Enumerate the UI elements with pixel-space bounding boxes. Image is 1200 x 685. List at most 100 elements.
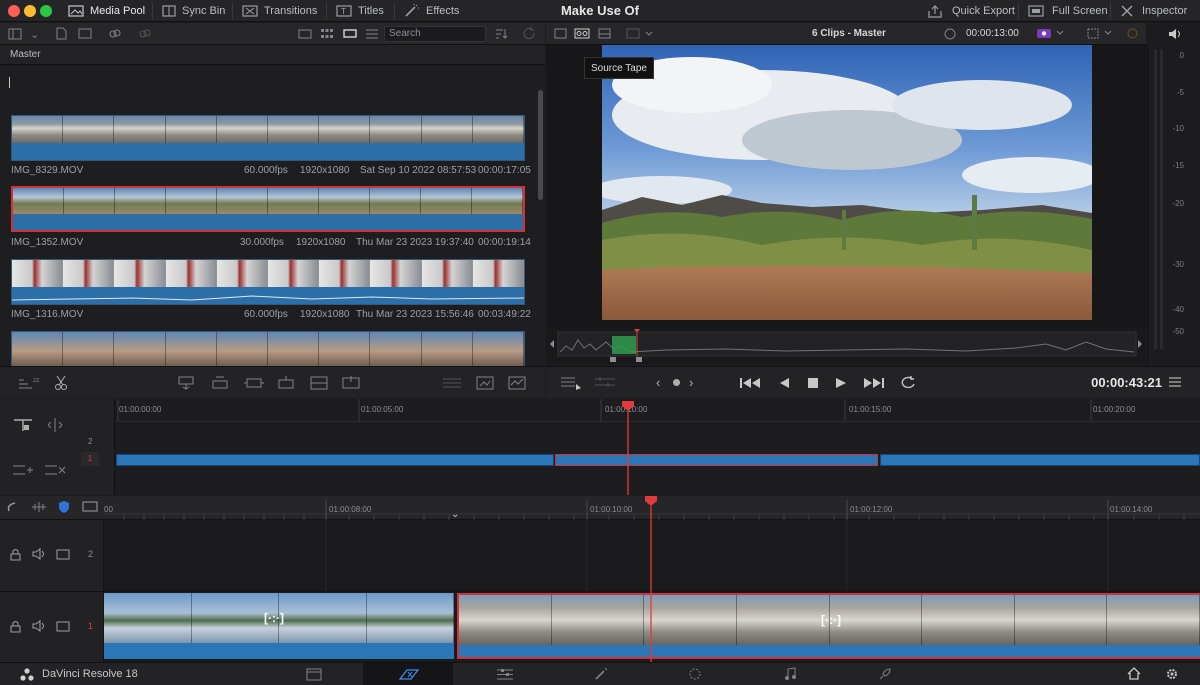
color-page-icon[interactable] xyxy=(688,667,702,681)
viewer-mode-dropdown[interactable] xyxy=(626,28,654,39)
cut-page-tab-active[interactable] xyxy=(363,663,453,685)
minimize-window-button[interactable] xyxy=(24,5,36,17)
close-up-icon[interactable] xyxy=(476,376,494,390)
timeline-view-icon[interactable] xyxy=(598,28,611,39)
fusion-page-icon[interactable] xyxy=(594,667,608,681)
inspector-button[interactable]: Inspector xyxy=(1120,0,1187,22)
speaker-icon[interactable] xyxy=(32,620,46,632)
quick-export-button[interactable]: Quick Export xyxy=(928,0,1015,22)
clip-thumbnail-img-1316[interactable] xyxy=(11,259,525,305)
viewer-panel[interactable]: Source Tape xyxy=(546,45,1146,328)
link-clips-icon[interactable] xyxy=(6,500,20,514)
audio-trim-icon[interactable] xyxy=(594,375,616,389)
ripple-overwrite-icon[interactable] xyxy=(442,376,462,390)
shield-icon[interactable] xyxy=(58,500,70,514)
overwrite-track-icon[interactable] xyxy=(44,463,66,477)
timeline-clip[interactable] xyxy=(880,454,1200,466)
append-end-icon[interactable] xyxy=(342,375,360,391)
snap-icon[interactable] xyxy=(12,417,34,433)
timeline-clip-selected-rocks[interactable]: [·:·] xyxy=(457,593,1200,659)
source-tape-icon[interactable] xyxy=(574,28,590,39)
lower-playhead[interactable] xyxy=(643,495,659,662)
hamburger-menu-icon[interactable] xyxy=(1168,376,1182,388)
clip-thumbnail-img-1352[interactable] xyxy=(11,186,525,232)
close-window-button[interactable] xyxy=(8,5,20,17)
magic-wand-icon xyxy=(404,4,420,18)
transitions-button[interactable]: Transitions xyxy=(242,0,317,22)
play-icon[interactable] xyxy=(835,377,847,389)
chevron-down-icon[interactable]: ⌄ xyxy=(451,509,459,520)
stop-icon[interactable] xyxy=(807,377,819,389)
camera-icon[interactable] xyxy=(1036,27,1066,40)
timeline-clip-selected[interactable] xyxy=(555,454,878,466)
overwrite-clip-icon[interactable] xyxy=(210,375,230,391)
replace-clip-icon[interactable] xyxy=(243,375,265,391)
music-note-icon[interactable] xyxy=(784,667,796,681)
upper-playhead[interactable] xyxy=(620,399,636,495)
upper-timeline[interactable]: 01:00:00:00 01:00:05:00 01:00:10:00 01:0… xyxy=(115,399,1200,495)
full-screen-button[interactable]: Full Screen xyxy=(1028,0,1108,22)
speaker-icon[interactable] xyxy=(32,548,46,560)
media-page-icon[interactable] xyxy=(306,668,322,681)
thumbnail-view-icon[interactable] xyxy=(320,28,334,40)
media-pool-button[interactable]: Media Pool xyxy=(68,0,145,22)
viewer-scrub-bar[interactable] xyxy=(546,328,1146,364)
lock-icon[interactable] xyxy=(10,548,21,561)
source-overwrite-icon[interactable] xyxy=(508,376,526,390)
titles-button[interactable]: T Titles xyxy=(336,0,384,22)
monitor-icon[interactable] xyxy=(56,549,70,560)
viewer-layout-icon[interactable] xyxy=(554,28,567,39)
insert-track-icon[interactable] xyxy=(12,463,34,477)
audio-scrub-icon[interactable] xyxy=(944,28,957,40)
monitor-icon[interactable] xyxy=(56,621,70,632)
place-on-top-icon[interactable] xyxy=(310,376,328,390)
unlink-icon[interactable] xyxy=(138,27,152,40)
trim-icon[interactable] xyxy=(44,417,66,433)
sort-icon[interactable] xyxy=(494,27,508,40)
zoom-window-button[interactable] xyxy=(40,5,52,17)
deliver-rocket-icon[interactable] xyxy=(878,667,892,681)
gear-icon[interactable] xyxy=(1165,667,1179,681)
loop-playback-icon[interactable] xyxy=(899,376,917,390)
ruler-label: 01:00:15:00 xyxy=(849,405,892,414)
timeline-clip[interactable] xyxy=(116,454,554,466)
next-clip-icon[interactable]: › xyxy=(689,375,693,390)
lock-icon[interactable] xyxy=(10,620,21,633)
fit-to-fill-icon[interactable] xyxy=(276,375,296,391)
home-icon[interactable] xyxy=(1127,667,1141,680)
previous-clip-icon[interactable]: ‹ xyxy=(656,375,660,390)
audio-scrubbing-icon[interactable] xyxy=(31,501,47,513)
smart-insert-icon[interactable]: zz xyxy=(18,376,40,390)
clip-thumbnail-partial[interactable] xyxy=(11,331,525,366)
jump-to-end-icon[interactable] xyxy=(863,377,885,389)
loop-icon[interactable] xyxy=(1126,27,1139,40)
media-pool-toolbar: ⌄ Search xyxy=(0,23,545,45)
timeline-clip-lake[interactable]: [·:·] xyxy=(104,593,454,659)
edit-page-icon[interactable] xyxy=(496,668,514,681)
scissors-icon[interactable] xyxy=(54,375,68,391)
sync-bin-button[interactable]: Sync Bin xyxy=(162,0,225,22)
lower-timeline[interactable]: [·:·] [·:·] xyxy=(104,496,1200,662)
speaker-icon[interactable] xyxy=(1168,28,1182,40)
lower-timeline-ruler[interactable]: 00 01:00:08:00 01:00:10:00 01:00:12:00 0… xyxy=(0,496,1200,520)
link-icon[interactable] xyxy=(108,27,122,40)
reverse-play-icon[interactable] xyxy=(778,377,790,389)
effects-button[interactable]: Effects xyxy=(404,0,459,22)
new-timeline-icon[interactable] xyxy=(78,27,92,40)
transform-icon[interactable] xyxy=(1086,27,1116,40)
insert-clip-icon[interactable] xyxy=(176,375,196,391)
refresh-icon[interactable] xyxy=(523,27,536,40)
new-bin-icon[interactable] xyxy=(55,27,67,40)
playhead-marker-icon[interactable] xyxy=(672,378,681,387)
sidebar-toggle-icon[interactable] xyxy=(8,28,22,40)
search-input[interactable]: Search xyxy=(384,26,486,42)
jump-to-start-icon[interactable] xyxy=(739,377,761,389)
list-view-icon[interactable] xyxy=(365,28,379,40)
dual-viewer-icon[interactable] xyxy=(560,375,582,391)
monitor-icon[interactable] xyxy=(82,501,98,513)
media-pool-scrollbar[interactable] xyxy=(538,90,543,200)
clip-thumbnail-img-8329[interactable] xyxy=(11,115,525,161)
filmstrip-view-icon[interactable] xyxy=(343,28,357,40)
chevron-down-icon[interactable]: ⌄ xyxy=(30,28,39,41)
metadata-view-icon[interactable] xyxy=(298,28,312,40)
